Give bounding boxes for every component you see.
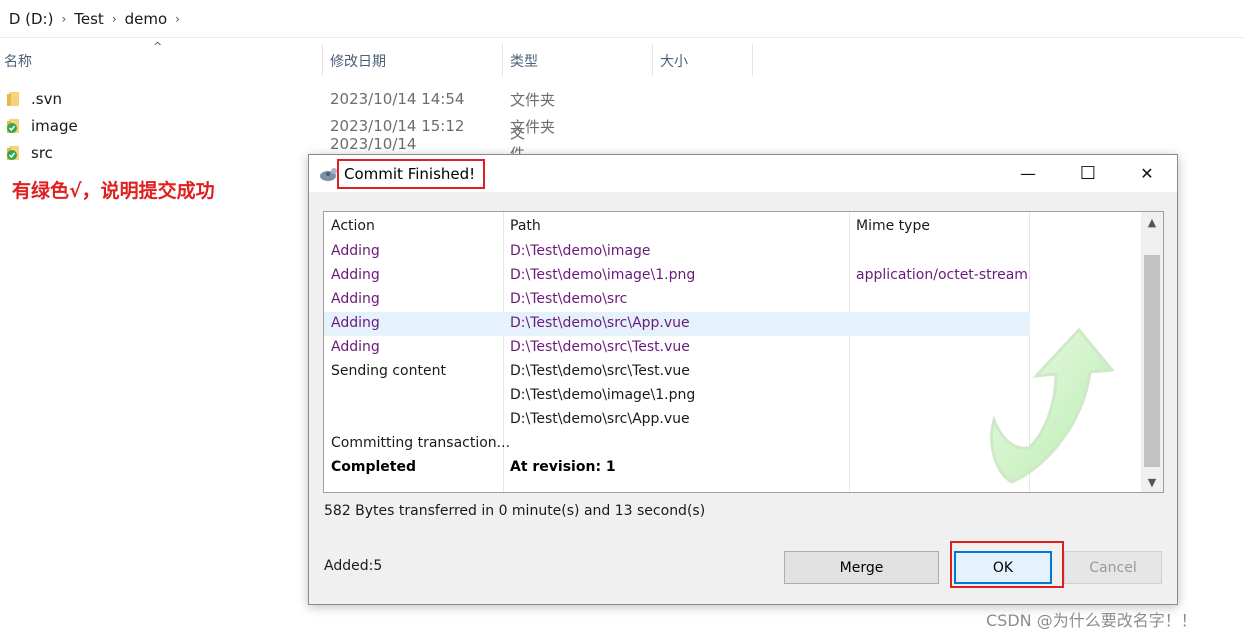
table-row[interactable]: Committing transaction... [324,432,1030,456]
breadcrumb-item-demo[interactable]: demo [125,10,168,28]
column-header-mime[interactable]: Mime type [856,212,930,240]
svn-ok-folder-icon [7,119,19,133]
breadcrumb-item-drive[interactable]: D (D:) [9,10,54,28]
minimize-button[interactable]: — [1005,155,1051,192]
row-path: D:\Test\demo\src\Test.vue [510,339,690,355]
breadcrumb: › D (D:) › Test › demo › [0,0,1245,38]
column-header-size[interactable]: 大小 [660,44,688,78]
table-row-selected[interactable]: Adding D:\Test\demo\src\App.vue [324,312,1030,336]
chevron-right-icon: › [175,11,180,26]
scrollbar-thumb[interactable] [1144,255,1160,467]
scroll-down-arrow-icon[interactable]: ▼ [1141,472,1163,492]
row-action: Sending content [331,363,446,379]
vertical-scrollbar[interactable]: ▲ ▼ [1141,212,1163,492]
column-divider[interactable] [502,44,503,76]
maximize-icon: ☐ [1079,163,1097,184]
added-count: Added:5 [324,558,383,574]
dialog-title: Commit Finished! [337,159,486,189]
commit-results-list[interactable]: Action Path Mime type Adding D:\Test\dem… [323,211,1164,493]
dialog-titlebar[interactable]: Commit Finished! — ☐ ✕ [309,155,1177,192]
table-row[interactable]: D:\Test\demo\src\App.vue [324,408,1030,432]
chevron-right-icon: › [0,12,1,26]
row-action: Adding [331,339,380,355]
row-action: Adding [331,243,380,259]
table-row[interactable]: Sending content D:\Test\demo\src\Test.vu… [324,360,1030,384]
column-header-path[interactable]: Path [510,212,541,240]
column-divider[interactable] [322,44,323,76]
file-row[interactable]: .svn 2023/10/14 14:54 文件夹 [0,86,1245,112]
cancel-button[interactable]: Cancel [1064,551,1162,584]
sort-up-icon: ^ [153,40,163,53]
row-path: D:\Test\demo\image\1.png [510,387,696,403]
table-row[interactable]: D:\Test\demo\image\1.png [324,384,1030,408]
close-button[interactable]: ✕ [1124,155,1170,192]
file-date: 2023/10/14 15:12 [330,117,465,135]
row-path: D:\Test\demo\image\1.png [510,267,696,283]
ok-button[interactable]: OK [954,551,1052,584]
row-path: D:\Test\demo\src\Test.vue [510,363,690,379]
row-path: D:\Test\demo\src [510,291,628,307]
column-header-date[interactable]: 修改日期 [330,44,386,78]
maximize-button[interactable]: ☐ [1065,155,1111,192]
row-mime: application/octet-stream [856,267,1028,283]
column-divider[interactable] [652,44,653,76]
column-header-name[interactable]: 名称 [4,44,32,78]
column-header-action[interactable]: Action [331,212,375,240]
svn-ok-folder-icon [7,146,19,160]
chevron-right-icon: › [61,11,67,26]
row-action: Completed [331,459,417,475]
file-date: 2023/10/14 14:54 [330,90,465,108]
file-row[interactable]: image 2023/10/14 15:12 文件夹 [0,113,1245,139]
file-row[interactable]: src [0,140,310,166]
table-row[interactable]: Adding D:\Test\demo\image\1.png applicat… [324,264,1030,288]
row-path: D:\Test\demo\src\App.vue [510,315,690,331]
table-row[interactable]: Adding D:\Test\demo\image [324,240,1030,264]
file-name: image [31,117,78,135]
column-header-type[interactable]: 类型 [510,44,538,78]
merge-button[interactable]: Merge [784,551,939,584]
table-row[interactable]: Adding D:\Test\demo\src [324,288,1030,312]
close-icon: ✕ [1140,164,1154,183]
chevron-right-icon: › [111,11,117,26]
row-action: Adding [331,291,380,307]
scroll-up-arrow-icon[interactable]: ▲ [1141,212,1163,232]
column-divider[interactable] [752,44,753,76]
tortoisesvn-icon [320,168,337,181]
transfer-status: 582 Bytes transferred in 0 minute(s) and… [324,503,706,519]
commit-finished-dialog: Commit Finished! — ☐ ✕ Action Path Mime … [308,154,1178,605]
watermark: CSDN @为什么要改名字！！ [986,611,1197,630]
table-row[interactable]: Completed At revision: 1 [324,456,1030,480]
row-action: Adding [331,315,380,331]
dialog-title-text: Commit Finished! [344,165,476,183]
row-action: Adding [331,267,380,283]
row-path: D:\Test\demo\src\App.vue [510,411,690,427]
annotation-text: 有绿色√，说明提交成功 [12,180,215,202]
row-path: D:\Test\demo\image [510,243,651,259]
row-path: At revision: 1 [510,459,616,475]
row-action: Committing transaction... [331,435,511,451]
file-type: 文件夹 [510,90,556,109]
minimize-icon: — [1020,164,1036,183]
breadcrumb-item-test[interactable]: Test [74,10,104,28]
table-row[interactable]: Adding D:\Test\demo\src\Test.vue [324,336,1030,360]
file-name: src [31,144,53,162]
file-name: .svn [31,90,62,108]
folder-icon [7,92,19,106]
